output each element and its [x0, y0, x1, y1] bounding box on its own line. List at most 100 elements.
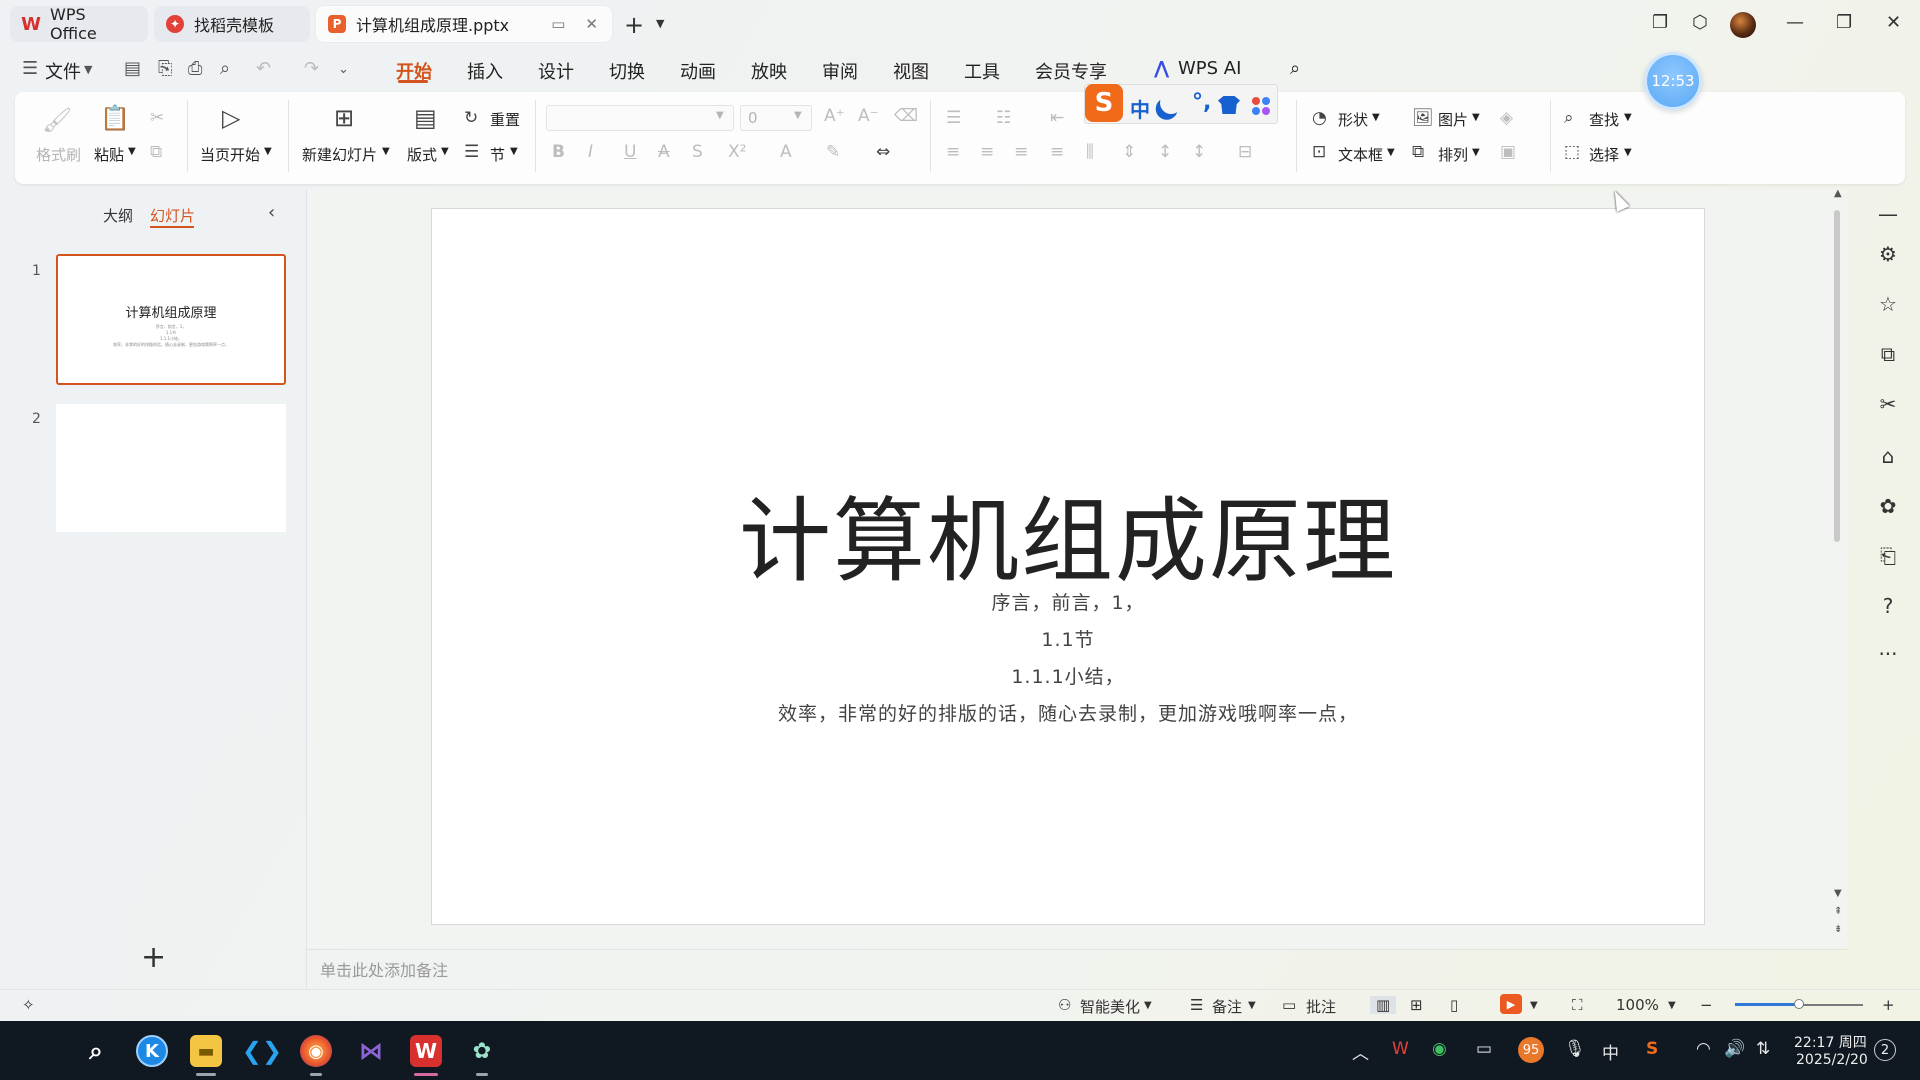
- windows-start-icon[interactable]: [24, 1037, 52, 1065]
- collapse-sidebar-icon[interactable]: —: [1876, 202, 1900, 226]
- scroll-down-icon[interactable]: ▼: [1834, 888, 1842, 899]
- collapse-panel-icon[interactable]: ‹: [268, 202, 275, 223]
- chevron-down-icon[interactable]: ▼: [656, 17, 664, 30]
- close-window-icon[interactable]: ✕: [1886, 12, 1901, 33]
- undo-icon[interactable]: ↶: [256, 58, 271, 79]
- slide-sorter-icon[interactable]: ⊞: [1410, 996, 1423, 1014]
- chevron-down-icon[interactable]: ▼: [128, 146, 136, 157]
- restore-icon[interactable]: ❐: [1836, 12, 1852, 33]
- menu-review[interactable]: 审阅: [822, 58, 858, 84]
- layout-button[interactable]: 版式: [407, 144, 437, 165]
- font-color-icon[interactable]: A: [780, 142, 792, 162]
- slide-title[interactable]: 计算机组成原理: [432, 467, 1704, 600]
- chevron-down-icon[interactable]: ▼: [1472, 112, 1480, 123]
- slide-thumbnail-2[interactable]: [56, 404, 286, 532]
- new-tab-icon[interactable]: +: [624, 11, 644, 39]
- bullet-list-icon[interactable]: ☰: [946, 108, 961, 128]
- reset-button[interactable]: 重置: [490, 109, 520, 130]
- reading-view-icon[interactable]: ▯: [1450, 996, 1458, 1014]
- clear-format-icon[interactable]: ⌫: [894, 106, 918, 126]
- slide-subtitle-line[interactable]: 1.1节: [432, 625, 1704, 652]
- file-explorer-icon[interactable]: ▬: [190, 1035, 222, 1067]
- play-slideshow-icon[interactable]: ▶: [1500, 994, 1522, 1014]
- network-icon[interactable]: ⇅: [1756, 1039, 1770, 1059]
- toolbox-icon[interactable]: [1252, 97, 1270, 115]
- slide-thumbnail-1[interactable]: 计算机组成原理 序言，前言，1， 1.1节 1.1.1小结， 效率，非常的好的排…: [56, 254, 286, 385]
- section-button[interactable]: 节: [490, 144, 505, 165]
- menu-tools[interactable]: 工具: [964, 58, 1000, 84]
- wps-taskbar-icon[interactable]: W: [410, 1035, 442, 1067]
- beautify-button[interactable]: 智能美化: [1080, 996, 1140, 1017]
- print-preview-icon[interactable]: ⌕: [220, 58, 230, 79]
- menu-wps-ai[interactable]: WPS AI: [1178, 58, 1241, 79]
- slide-subtitle-line[interactable]: 序言，前言，1，: [432, 588, 1704, 615]
- vertical-scrollbar[interactable]: [1834, 210, 1840, 542]
- tray-app-icon[interactable]: ◉: [1432, 1039, 1447, 1059]
- menu-animation[interactable]: 动画: [680, 58, 716, 84]
- scroll-up-icon[interactable]: ▲: [1834, 188, 1842, 199]
- fit-window-icon[interactable]: ⛶: [1572, 996, 1583, 1014]
- from-current-button[interactable]: 当页开始: [200, 144, 260, 165]
- zoom-in-icon[interactable]: +: [1882, 996, 1895, 1014]
- monitor-icon[interactable]: ▭: [551, 15, 565, 33]
- align-left-icon[interactable]: ≡: [946, 142, 960, 162]
- shirt-icon[interactable]: ⌂: [1876, 444, 1900, 468]
- minimize-icon[interactable]: —: [1786, 12, 1804, 33]
- chevron-down-icon[interactable]: ▼: [1530, 1000, 1538, 1011]
- align-center-icon[interactable]: ≡: [980, 142, 994, 162]
- text-shadow-icon[interactable]: S: [692, 142, 703, 162]
- menu-transition[interactable]: 切换: [609, 58, 645, 84]
- next-slide-icon[interactable]: ⇟: [1834, 924, 1842, 935]
- tools-icon[interactable]: ✂: [1876, 392, 1900, 416]
- outline-icon[interactable]: ▣: [1500, 142, 1516, 162]
- tab-outline[interactable]: 大纲: [103, 205, 133, 226]
- file-menu[interactable]: 文件: [45, 58, 81, 84]
- picture-button[interactable]: 图片: [1438, 109, 1468, 130]
- increase-font-icon[interactable]: A⁺: [824, 106, 845, 126]
- slide-subtitle-line[interactable]: 效率，非常的好的排版的话，随心去录制，更加游戏哦啊率一点，: [432, 699, 1704, 726]
- char-spacing-icon[interactable]: ⇔: [876, 142, 890, 162]
- cut-icon[interactable]: ✂: [150, 108, 164, 128]
- numbered-list-icon[interactable]: ☷: [996, 108, 1011, 128]
- decrease-indent-icon[interactable]: ⇤: [1050, 108, 1064, 128]
- copy-icon[interactable]: ⧉: [150, 142, 162, 162]
- prev-slide-icon[interactable]: ⇞: [1834, 906, 1842, 917]
- underline-icon[interactable]: U: [624, 142, 636, 162]
- taskbar-time[interactable]: 22:17 周四: [1794, 1032, 1867, 1052]
- zoom-out-icon[interactable]: −: [1700, 996, 1713, 1014]
- save-icon[interactable]: ▤: [124, 58, 141, 79]
- avatar[interactable]: [1730, 12, 1756, 38]
- font-family-select[interactable]: [546, 105, 734, 131]
- redo-icon[interactable]: ↷: [304, 58, 319, 79]
- normal-view-icon[interactable]: ▥: [1370, 996, 1397, 1014]
- tab-template-store[interactable]: ✦ 找稻壳模板: [154, 6, 310, 42]
- tab-current-document[interactable]: P 计算机组成原理.pptx ▭ ✕: [316, 6, 612, 42]
- textbox-button[interactable]: 文本框: [1338, 144, 1383, 165]
- menu-design[interactable]: 设计: [538, 58, 574, 84]
- zoom-slider-handle[interactable]: [1794, 999, 1804, 1009]
- slide-subtitle-line[interactable]: 1.1.1小结，: [432, 662, 1704, 689]
- book-icon[interactable]: ⎗: [1876, 544, 1900, 568]
- floating-clock[interactable]: 12:53: [1644, 52, 1702, 110]
- paste-button[interactable]: 粘贴: [94, 144, 124, 165]
- properties-icon[interactable]: ⚙: [1876, 242, 1900, 266]
- tray-badge[interactable]: 95: [1518, 1037, 1544, 1063]
- more-chevron-icon[interactable]: ⌄: [338, 62, 349, 77]
- chevron-down-icon[interactable]: ▼: [1144, 1000, 1152, 1011]
- window-layout-icon[interactable]: ❐: [1652, 12, 1668, 33]
- firefox-icon[interactable]: ◉: [300, 1035, 332, 1067]
- chevron-down-icon[interactable]: ▼: [510, 146, 518, 157]
- strikethrough-icon[interactable]: A: [658, 142, 670, 162]
- tray-display-icon[interactable]: ▭: [1476, 1039, 1492, 1059]
- sogou-tray-icon[interactable]: S: [1646, 1039, 1658, 1059]
- bold-icon[interactable]: B: [552, 142, 565, 162]
- taskbar-date[interactable]: 2025/2/20: [1796, 1052, 1868, 1068]
- magic-icon[interactable]: ✧: [22, 996, 35, 1014]
- chevron-down-icon[interactable]: ▼: [264, 146, 272, 157]
- punctuation-icon[interactable]: °,: [1192, 90, 1211, 115]
- visual-studio-icon[interactable]: ⋈: [355, 1035, 387, 1067]
- notes-placeholder[interactable]: 单击此处添加备注: [320, 957, 448, 981]
- ime-language[interactable]: 中: [1602, 1039, 1619, 1064]
- current-slide[interactable]: 计算机组成原理 序言，前言，1， 1.1节 1.1.1小结， 效率，非常的好的排…: [431, 208, 1705, 925]
- wifi-icon[interactable]: ◠: [1696, 1039, 1711, 1059]
